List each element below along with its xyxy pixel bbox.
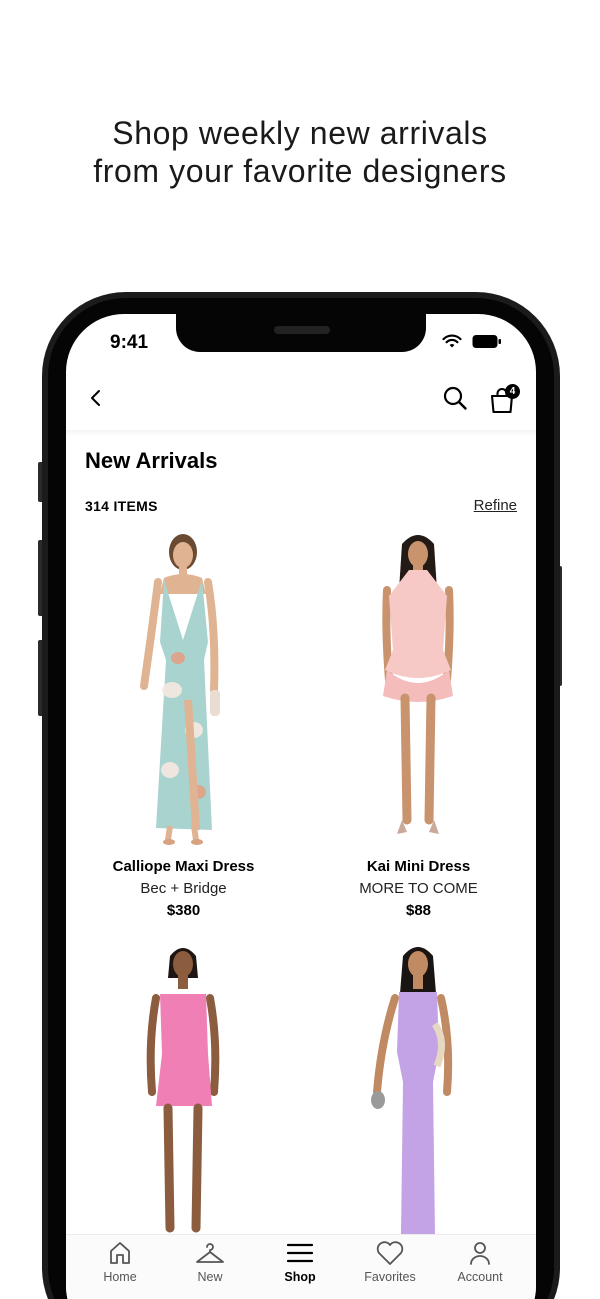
model-photo [146,948,220,1233]
item-count: 314 ITEMS [85,498,158,514]
headline-line-1: Shop weekly new arrivals [112,115,488,151]
product-photo[interactable] [66,942,301,1234]
model-photo [382,535,454,834]
product-price: $88 [405,902,432,919]
tab-new[interactable]: New [163,1239,257,1284]
tab-label: Home [103,1270,137,1284]
speaker-grille [274,326,330,334]
header-divider [66,430,536,436]
product-card[interactable]: Calliope Maxi Dress Bec + Bridge $380 [66,530,301,921]
marketing-headline: Shop weekly new arrivals from your favor… [0,114,600,190]
tab-label: Account [457,1270,503,1284]
top-navigation-bar: 4 [66,380,536,430]
heart-icon [376,1241,404,1265]
wifi-icon [442,334,462,348]
product-card[interactable] [66,942,301,1242]
bag-count-badge: 4 [505,384,520,399]
product-price: $380 [166,902,201,919]
dress-shape [397,992,439,1234]
shopping-bag-button[interactable]: 4 [488,384,520,414]
tab-shop[interactable]: Shop [253,1239,347,1284]
notch [176,314,426,352]
product-brand: MORE TO COME [359,880,478,897]
tab-account[interactable]: Account [433,1239,527,1284]
refine-link[interactable]: Refine [474,497,517,514]
dress-shape [385,570,451,678]
bottom-tab-bar: Home New Shop Favorites Account [66,1234,536,1299]
search-icon[interactable] [442,385,468,411]
tab-favorites[interactable]: Favorites [343,1239,437,1284]
dress-shape [160,994,208,1054]
status-time: 9:41 [110,332,149,353]
phone-screen: 9:41 4 New Arrivals 314 ITEMS Refine Cal… [66,314,536,1299]
person-icon [470,1242,490,1265]
product-name: Calliope Maxi Dress [112,858,255,875]
model-photo [140,534,220,845]
menu-icon [286,1243,314,1263]
product-photo[interactable] [66,530,301,848]
home-icon [110,1242,130,1264]
product-photo[interactable] [301,942,536,1234]
tab-label: New [197,1270,223,1284]
chevron-left-icon[interactable] [84,386,108,410]
headline-line-2: from your favorite designers [93,153,507,189]
product-photo[interactable] [301,530,536,848]
model-photo [371,947,453,1234]
product-name: Kai Mini Dress [366,858,471,875]
tab-home[interactable]: Home [73,1239,167,1284]
product-card[interactable]: Kai Mini Dress MORE TO COME $88 [301,530,536,921]
page-title: New Arrivals [85,448,218,473]
hanger-icon [196,1243,224,1263]
battery-icon [472,335,501,348]
status-icons [442,334,502,349]
product-card[interactable] [301,942,536,1242]
tab-label: Favorites [364,1270,416,1284]
tab-label: Shop [284,1270,316,1284]
product-brand: Bec + Bridge [140,880,227,897]
